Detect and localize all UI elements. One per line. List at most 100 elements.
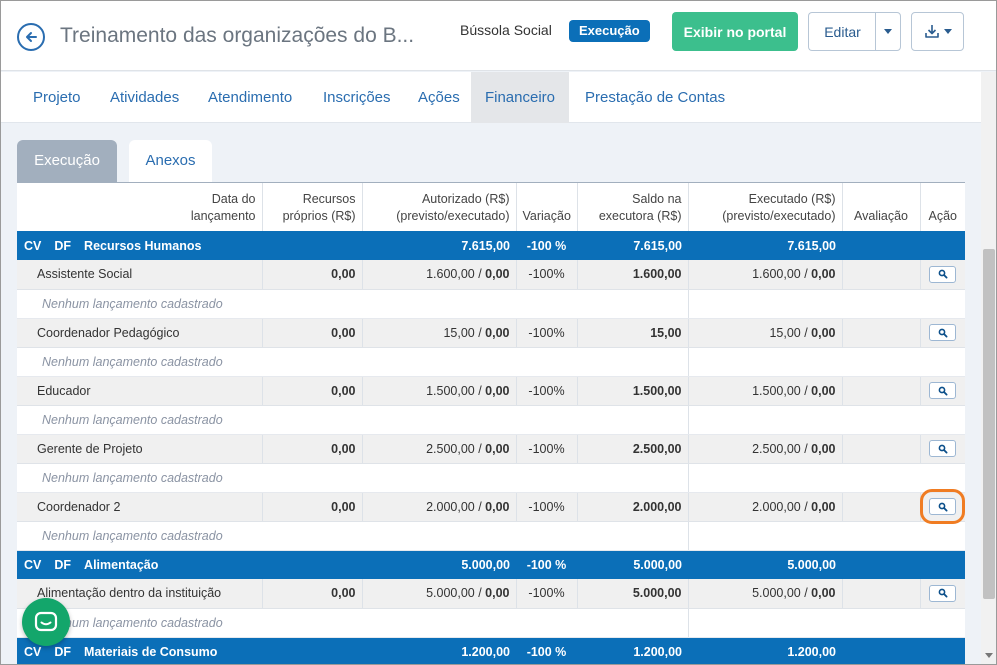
search-icon — [938, 588, 948, 598]
item-action — [920, 376, 965, 406]
empty-filler — [688, 521, 965, 551]
item-action — [920, 260, 965, 290]
search-icon — [938, 269, 948, 279]
item-balance: 2.500,00 — [577, 434, 689, 464]
item-exec-executed: 0,00 — [811, 499, 836, 514]
item-name: Gerente de Projeto — [17, 434, 263, 464]
search-icon — [938, 386, 948, 395]
back-arrow-icon — [26, 32, 37, 42]
item-balance-value: 5.000,00 — [632, 586, 682, 601]
table-row: Alimentação dentro da instituição 0,00 5.0… — [17, 579, 965, 609]
item-variation: -100% — [516, 492, 578, 522]
col-header-variation: Variação — [516, 183, 578, 231]
scroll-down-arrow-icon[interactable] — [985, 653, 993, 658]
item-name: Educador — [17, 376, 263, 406]
view-details-button[interactable] — [920, 489, 966, 524]
item-variation: -100% — [516, 318, 578, 348]
empty-filler — [688, 289, 965, 319]
item-auth-planned: 2.000,00 — [426, 499, 475, 514]
view-details-button[interactable] — [929, 382, 957, 399]
item-exec-planned: 2.500,00 — [752, 441, 801, 456]
view-details-button[interactable] — [929, 584, 957, 602]
empty-filler — [688, 463, 965, 493]
chat-button[interactable] — [22, 598, 70, 646]
item-authorized: 15,00 / 0,00 — [362, 318, 517, 348]
item-name: Coordenador 2 — [17, 492, 263, 522]
item-own: 0,00 — [262, 260, 363, 290]
item-auth-planned: 15,00 — [443, 325, 475, 340]
group-authorized: 1.200,00 — [362, 637, 516, 664]
tab-atividades[interactable]: Atividades — [110, 72, 179, 123]
tab-acoes[interactable]: Ações — [418, 72, 460, 123]
item-balance-value: 15,00 — [650, 325, 682, 340]
edit-button[interactable]: Editar — [808, 12, 876, 51]
tab-inscricoes[interactable]: Inscrições — [323, 72, 391, 123]
item-exec-executed: 0,00 — [811, 441, 836, 456]
item-variation: -100% — [516, 434, 578, 464]
group-name: Materiais de Consumo — [84, 644, 218, 659]
item-executed: 1.600,00 / 0,00 — [688, 260, 843, 290]
tab-prestacao-de-contas[interactable]: Prestação de Contas — [585, 72, 725, 123]
item-auth-executed: 0,00 — [485, 383, 510, 398]
df-label: DF — [54, 238, 72, 253]
group-balance: 1.200,00 — [577, 637, 688, 664]
view-details-button[interactable] — [929, 324, 957, 341]
view-details-button[interactable] — [929, 440, 957, 457]
view-details-button[interactable] — [929, 265, 957, 283]
group-name: Recursos Humanos — [84, 238, 202, 253]
subtab-execucao[interactable]: Execução — [17, 140, 117, 182]
item-own-value: 0,00 — [331, 325, 356, 340]
item-evaluation — [842, 376, 921, 406]
item-action — [920, 318, 965, 348]
item-exec-planned: 1.600,00 — [752, 267, 801, 282]
chat-icon — [34, 611, 58, 632]
item-name: Coordenador Pedagógico — [17, 318, 263, 348]
edit-dropdown-button[interactable] — [875, 12, 901, 51]
empty-row: Nenhum lançamento cadastrado — [17, 289, 965, 319]
item-exec-planned: 1.500,00 — [752, 383, 801, 398]
group-evaluation — [842, 231, 920, 260]
group-evaluation — [842, 550, 920, 579]
item-own-value: 0,00 — [331, 586, 356, 601]
tab-financeiro[interactable]: Financeiro — [471, 72, 569, 123]
app-frame: Treinamento das organizações do B... Bús… — [0, 0, 997, 665]
item-evaluation — [842, 492, 921, 522]
back-button[interactable] — [17, 23, 45, 51]
group-executed: 7.615,00 — [688, 231, 842, 260]
page-title: Treinamento das organizações do B... — [60, 24, 415, 47]
col-header-evaluation: Avaliação — [842, 183, 921, 231]
table-row: Coordenador Pedagógico 0,00 15,00 / 0,00 -1… — [17, 318, 965, 348]
item-evaluation — [842, 318, 921, 348]
empty-filler — [688, 405, 965, 435]
scrollbar-thumb[interactable] — [983, 249, 995, 599]
item-balance: 2.000,00 — [577, 492, 689, 522]
item-action — [920, 579, 965, 609]
item-executed: 2.500,00 / 0,00 — [688, 434, 843, 464]
item-variation: -100% — [516, 260, 578, 290]
group-authorized: 5.000,00 — [362, 550, 516, 579]
view-portal-button[interactable]: Exibir no portal — [672, 12, 798, 51]
item-executed: 2.000,00 / 0,00 — [688, 492, 843, 522]
group-own — [262, 637, 362, 664]
item-auth-executed: 0,00 — [485, 586, 510, 601]
col-header-action: Ação — [920, 183, 965, 231]
main-nav: Projeto Atividades Atendimento Inscriçõe… — [1, 72, 981, 123]
group-label: CV DF Alimentação — [17, 550, 262, 579]
tab-atendimento[interactable]: Atendimento — [208, 72, 292, 123]
table-row: Gerente de Projeto 0,00 2.500,00 / 0,00 -10… — [17, 434, 965, 464]
item-evaluation — [842, 260, 921, 290]
subtab-anexos[interactable]: Anexos — [129, 140, 212, 182]
export-dropdown-button[interactable] — [911, 12, 964, 51]
group-action — [920, 231, 965, 260]
item-authorized: 1.500,00 / 0,00 — [362, 376, 517, 406]
item-balance: 1.600,00 — [577, 260, 689, 290]
table-header-row: Data do lançamento Recursos próprios (R$) … — [17, 183, 965, 231]
tab-projeto[interactable]: Projeto — [33, 72, 81, 123]
item-auth-executed: 0,00 — [485, 325, 510, 340]
search-icon — [938, 502, 948, 511]
col-header-authorized: Autorizado (R$) (previsto/executado) — [362, 183, 517, 231]
item-authorized: 5.000,00 / 0,00 — [362, 579, 517, 609]
item-variation: -100% — [516, 376, 578, 406]
group-executed: 1.200,00 — [688, 637, 842, 664]
empty-filler — [688, 347, 965, 377]
